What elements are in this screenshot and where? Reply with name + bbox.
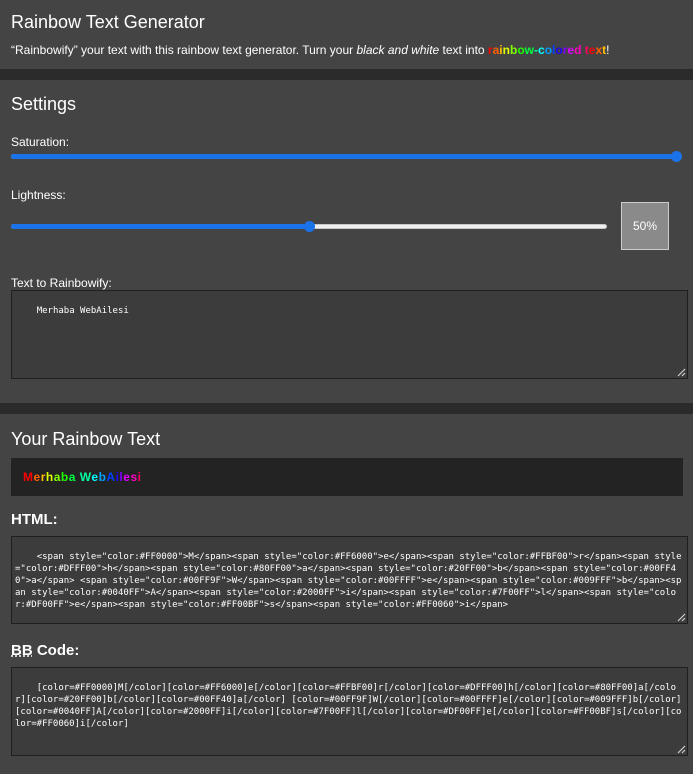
desc-text-2: text into — [439, 43, 488, 57]
preview-char: a — [53, 470, 61, 484]
preview-char: h — [45, 470, 54, 484]
bbcode-output[interactable]: [color=#FF0000]M[/color][color=#FF6000]e… — [11, 667, 688, 756]
preview-char: e — [33, 470, 41, 484]
text-input-label: Text to Rainbowify: — [11, 276, 112, 290]
preview-char: i — [137, 470, 142, 484]
settings-panel: Settings Saturation: Lightness: 50% Text… — [0, 80, 693, 403]
saturation-label: Saturation: — [11, 135, 70, 149]
desc-end: ! — [606, 43, 610, 57]
desc-emphasis: black and white — [356, 43, 440, 57]
rainbow-word-char: o — [555, 43, 563, 57]
header-panel: Rainbow Text Generator “Rainbowify” your… — [0, 0, 693, 69]
rainbow-preview-text: Merhaba WebAilesi — [23, 470, 141, 484]
rainbow-word-char: n — [502, 43, 510, 57]
text-input[interactable]: Merhaba WebAilesi — [11, 290, 688, 379]
rainbow-word-char: o — [544, 43, 553, 57]
lightness-slider[interactable] — [11, 219, 607, 235]
lightness-fill — [11, 224, 309, 229]
saturation-thumb[interactable] — [671, 151, 682, 162]
preview-char: e — [91, 470, 99, 484]
rainbow-word-char: w — [524, 43, 534, 57]
preview-char: M — [23, 470, 34, 484]
settings-title: Settings — [11, 94, 77, 114]
output-panel: Your Rainbow Text Merhaba WebAilesi HTML… — [0, 414, 693, 774]
preview-char: b — [60, 470, 69, 484]
saturation-fill — [11, 154, 682, 159]
bbcode-label: BB Code: — [11, 642, 79, 659]
html-label: HTML: — [11, 511, 58, 528]
resize-grip-icon[interactable] — [676, 367, 686, 377]
preview-char: W — [79, 470, 92, 484]
preview-char: s — [130, 470, 138, 484]
rainbow-preview: Merhaba WebAilesi — [11, 458, 683, 496]
html-code-output[interactable]: <span style="color:#FF0000">M</span><spa… — [11, 536, 688, 624]
preview-char: a — [68, 470, 76, 484]
resize-grip-icon[interactable] — [676, 744, 686, 754]
text-input-value: Merhaba WebAilesi — [36, 306, 129, 316]
bbcode-label-rest: Code: — [32, 642, 80, 659]
saturation-slider[interactable] — [11, 149, 682, 165]
html-code-text: <span style="color:#FF0000">M</span><spa… — [15, 552, 682, 610]
lightness-value-display: 50% — [621, 202, 669, 250]
rainbow-word-char: c — [538, 43, 545, 57]
bbcode-text: [color=#FF0000]M[/color][color=#FF6000]e… — [15, 683, 682, 729]
output-title: Your Rainbow Text — [11, 429, 161, 449]
lightness-label: Lightness: — [11, 188, 66, 202]
rainbow-word: rainbow-colored text — [488, 43, 606, 57]
resize-grip-icon[interactable] — [676, 612, 686, 622]
lightness-thumb[interactable] — [304, 221, 315, 232]
desc-text-1: “Rainbowify” your text with this rainbow… — [11, 43, 357, 57]
rainbow-word-char: o — [517, 43, 525, 57]
bbcode-abbr: BB — [11, 642, 33, 659]
page-description: “Rainbowify” your text with this rainbow… — [11, 43, 609, 57]
page-title: Rainbow Text Generator — [11, 12, 205, 32]
preview-char: A — [106, 470, 116, 484]
